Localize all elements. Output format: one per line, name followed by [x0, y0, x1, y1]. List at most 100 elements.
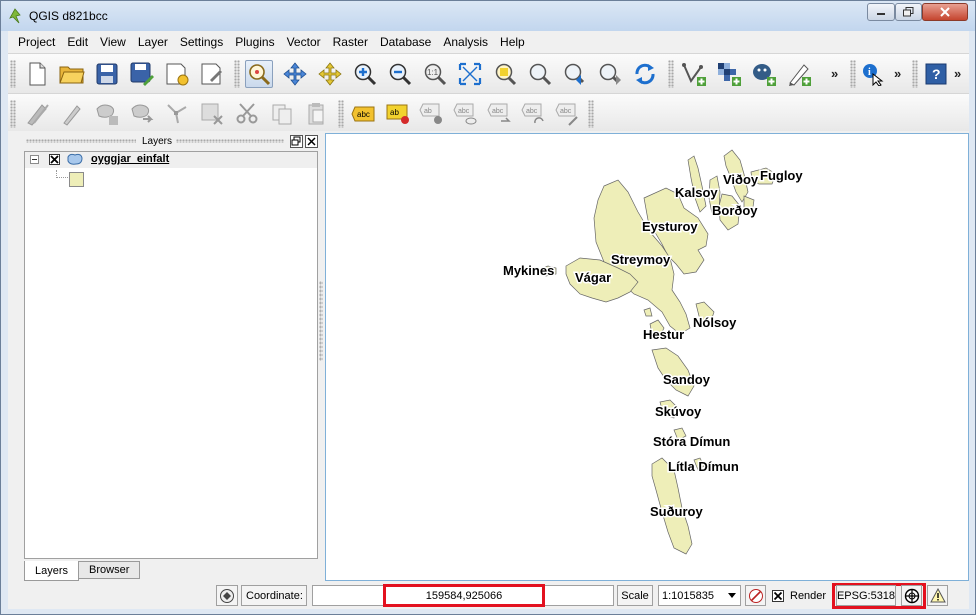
toolbar-grip[interactable]: [850, 60, 856, 88]
identify-icon[interactable]: i: [859, 60, 887, 88]
dock-splitter[interactable]: [319, 281, 323, 361]
maximize-button[interactable]: [895, 3, 922, 21]
projection-globe-icon: [904, 588, 919, 603]
zoom-last-icon[interactable]: [561, 60, 589, 88]
toolbar-grip[interactable]: [10, 100, 16, 128]
minus-icon: [32, 159, 37, 160]
zoom-to-selection-icon[interactable]: [491, 60, 519, 88]
toolbar-overflow-icon[interactable]: »: [894, 66, 901, 81]
pan-map-icon[interactable]: [245, 60, 273, 88]
map-label: Borðoy: [712, 203, 758, 218]
tree-connector: [56, 170, 70, 178]
coordinate-field[interactable]: 159584,925066: [312, 584, 614, 607]
zoom-to-layer-icon[interactable]: [526, 60, 554, 88]
toggle-editing-icon[interactable]: [23, 100, 51, 128]
zoom-in-icon[interactable]: [351, 60, 379, 88]
zoom-full-extent-pan-icon[interactable]: [316, 60, 344, 88]
edit-pencil-icon[interactable]: [58, 100, 86, 128]
title-bar[interactable]: QGIS d821bcc: [1, 1, 975, 31]
menu-analysis[interactable]: Analysis: [437, 31, 494, 53]
message-log-button[interactable]: [216, 585, 238, 606]
pin-labels-icon[interactable]: ab: [418, 100, 446, 128]
add-raster-layer-icon[interactable]: [715, 60, 743, 88]
float-dock-button[interactable]: [290, 135, 303, 148]
refresh-icon[interactable]: [631, 60, 659, 88]
layer-tree[interactable]: oyggjar_einfalt: [24, 151, 318, 559]
zoom-native-icon[interactable]: 1:1: [421, 60, 449, 88]
node-tool-icon[interactable]: [163, 100, 191, 128]
svg-text:i: i: [868, 67, 871, 78]
zoom-next-icon[interactable]: [596, 60, 624, 88]
menu-view[interactable]: View: [94, 31, 132, 53]
toolbar-overflow-icon[interactable]: »: [954, 66, 961, 81]
close-button[interactable]: [922, 3, 968, 21]
zoom-full-icon[interactable]: [456, 60, 484, 88]
map-canvas[interactable]: Viðoy Fugloy Kalsoy Borðoy Eysturoy Stre…: [325, 133, 969, 581]
menu-help[interactable]: Help: [494, 31, 531, 53]
toolbar-grip[interactable]: [668, 60, 674, 88]
tab-layers[interactable]: Layers: [24, 561, 80, 581]
close-dock-button[interactable]: [305, 135, 318, 148]
layer-name[interactable]: oyggjar_einfalt: [91, 153, 169, 165]
copy-features-icon[interactable]: [268, 100, 296, 128]
layers-panel-titlebar[interactable]: Layers: [8, 133, 319, 149]
projection-button[interactable]: [901, 585, 922, 606]
chevron-down-icon: [728, 593, 736, 598]
change-label-icon[interactable]: abc: [554, 100, 582, 128]
show-hide-labels-icon[interactable]: abc: [452, 100, 480, 128]
move-feature-icon[interactable]: [128, 100, 156, 128]
cut-features-icon[interactable]: [233, 100, 261, 128]
save-project-icon[interactable]: [93, 60, 121, 88]
open-project-icon[interactable]: [58, 60, 86, 88]
toolbar-grip[interactable]: [912, 60, 918, 88]
toolbar-grip[interactable]: [588, 100, 594, 128]
menu-layer[interactable]: Layer: [132, 31, 174, 53]
new-project-icon[interactable]: [23, 60, 51, 88]
layer-visibility-checkbox[interactable]: [49, 154, 60, 165]
zoom-out-icon[interactable]: [386, 60, 414, 88]
tab-browser[interactable]: Browser: [78, 561, 141, 579]
menu-vector[interactable]: Vector: [281, 31, 327, 53]
svg-text:abc: abc: [526, 108, 538, 115]
close-icon: [940, 7, 950, 17]
svg-text:abc: abc: [458, 108, 470, 115]
label-highlight-icon[interactable]: ab: [384, 100, 412, 128]
layers-panel-title: Layers: [142, 136, 173, 147]
coordinate-toggle-button[interactable]: Coordinate:: [241, 585, 307, 606]
toolbar-grip[interactable]: [338, 100, 344, 128]
move-label-icon[interactable]: abc: [486, 100, 514, 128]
crs-button[interactable]: EPSG:5318: [836, 585, 896, 606]
menu-raster[interactable]: Raster: [327, 31, 374, 53]
svg-text:abc: abc: [492, 108, 504, 115]
add-feature-icon[interactable]: [93, 100, 121, 128]
map-svg: Viðoy Fugloy Kalsoy Borðoy Eysturoy Stre…: [502, 149, 805, 555]
layer-row[interactable]: oyggjar_einfalt: [25, 152, 317, 168]
toolbar-grip[interactable]: [10, 60, 16, 88]
toolbar-grip[interactable]: [234, 60, 240, 88]
menu-plugins[interactable]: Plugins: [229, 31, 280, 53]
pan-to-selection-icon[interactable]: [281, 60, 309, 88]
save-as-icon[interactable]: [128, 60, 156, 88]
add-vector-layer-icon[interactable]: [680, 60, 708, 88]
paste-features-icon[interactable]: [303, 100, 331, 128]
menu-settings[interactable]: Settings: [174, 31, 229, 53]
menu-project[interactable]: Project: [12, 31, 61, 53]
collapse-toggle[interactable]: [30, 155, 39, 164]
warning-button[interactable]: [927, 585, 948, 606]
add-postgis-layer-icon[interactable]: [750, 60, 778, 88]
rotate-label-icon[interactable]: abc: [520, 100, 548, 128]
composer-manager-icon[interactable]: [198, 60, 226, 88]
delete-selected-icon[interactable]: [198, 100, 226, 128]
toolbar-overflow-icon[interactable]: »: [831, 66, 838, 81]
new-print-composer-icon[interactable]: [163, 60, 191, 88]
menu-database[interactable]: Database: [374, 31, 437, 53]
minimize-button[interactable]: [867, 3, 895, 21]
help-icon[interactable]: ?: [922, 60, 950, 88]
menu-edit[interactable]: Edit: [61, 31, 94, 53]
new-shapefile-icon[interactable]: [785, 60, 813, 88]
scale-combobox[interactable]: 1:1015835: [658, 585, 741, 606]
render-checkbox[interactable]: Render: [769, 585, 829, 606]
stop-render-button[interactable]: [745, 585, 766, 606]
label-tool-icon[interactable]: abc: [350, 100, 378, 128]
map-label: Streymoy: [611, 252, 671, 267]
